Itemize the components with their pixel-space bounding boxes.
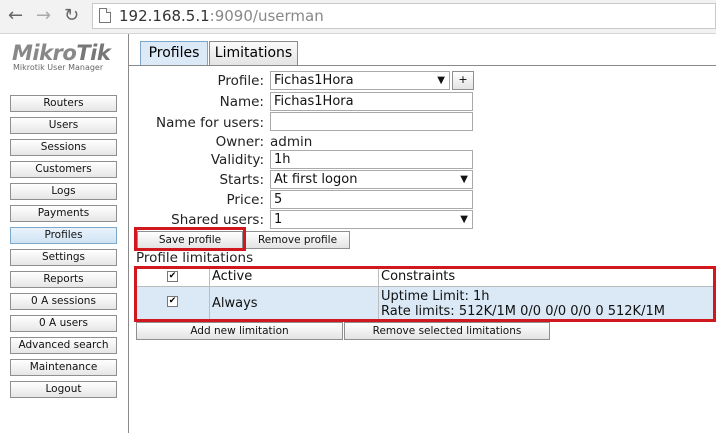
sidebar-item-active-users[interactable]: 0 A users	[10, 315, 117, 332]
sidebar-item-users[interactable]: Users	[10, 117, 117, 134]
chevron-down-icon: ▼	[460, 174, 468, 185]
owner-label: Owner:	[215, 134, 264, 150]
sidebar-item-advanced-search[interactable]: Advanced search	[10, 337, 117, 354]
name-for-users-field[interactable]	[270, 112, 473, 131]
validity-field[interactable]: 1h	[270, 150, 473, 169]
sidebar-item-logs[interactable]: Logs	[10, 183, 117, 200]
remove-selected-limitations-button[interactable]: Remove selected limitations	[344, 322, 550, 340]
add-profile-button[interactable]: +	[452, 71, 474, 90]
chevron-down-icon: ▼	[437, 75, 445, 86]
name-for-users-label: Name for users:	[156, 115, 264, 131]
sidebar-item-sessions[interactable]: Sessions	[10, 139, 117, 156]
logo-subtitle: Mikrotik User Manager	[13, 63, 104, 72]
price-label: Price:	[226, 192, 264, 208]
reload-icon[interactable]: ↻	[64, 6, 79, 26]
tab-profiles[interactable]: Profiles	[140, 41, 208, 65]
sidebar-item-maintenance[interactable]: Maintenance	[10, 359, 117, 376]
starts-label: Starts:	[219, 172, 264, 188]
name-field[interactable]: Fichas1Hora	[270, 92, 473, 111]
tab-limitations[interactable]: Limitations	[209, 41, 298, 65]
page-icon	[99, 8, 111, 23]
starts-select-value: At first logon	[274, 172, 358, 187]
add-new-limitation-button[interactable]: Add new limitation	[136, 322, 343, 340]
remove-profile-button[interactable]: Remove profile	[245, 231, 350, 249]
shared-users-select-value: 1	[274, 212, 283, 227]
sidebar-item-profiles[interactable]: Profiles	[10, 227, 117, 244]
validity-label: Validity:	[210, 152, 264, 168]
price-field[interactable]: 5	[270, 190, 473, 209]
sidebar-item-logout[interactable]: Logout	[10, 381, 117, 398]
sidebar-item-active-sessions[interactable]: 0 A sessions	[10, 293, 117, 310]
address-bar[interactable]: 192.168.5.1:9090/userman	[92, 3, 716, 29]
shared-users-select[interactable]: 1 ▼	[270, 210, 473, 229]
sidebar-item-reports[interactable]: Reports	[10, 271, 117, 288]
forward-arrow-icon[interactable]: →	[36, 6, 51, 26]
profile-select[interactable]: Fichas1Hora ▼	[270, 71, 450, 90]
chevron-down-icon: ▼	[460, 214, 468, 225]
owner-value: admin	[270, 134, 313, 150]
sidebar-item-payments[interactable]: Payments	[10, 205, 117, 222]
highlight-box-save	[134, 227, 246, 251]
tab-divider	[129, 65, 716, 66]
mikrotik-logo: MikroTik	[12, 41, 111, 65]
shared-users-label: Shared users:	[171, 212, 264, 228]
sidebar-item-customers[interactable]: Customers	[10, 161, 117, 178]
url-text: 192.168.5.1:9090/userman	[119, 7, 324, 25]
profile-label: Profile:	[217, 73, 264, 89]
profile-limitations-title: Profile limitations	[136, 250, 254, 266]
name-label: Name:	[219, 94, 264, 110]
sidebar-item-settings[interactable]: Settings	[10, 249, 117, 266]
sidebar-item-routers[interactable]: Routers	[10, 95, 117, 112]
browser-toolbar: ← → ↻ 192.168.5.1:9090/userman	[0, 0, 716, 34]
highlight-box-limitations	[134, 266, 716, 322]
profile-select-value: Fichas1Hora	[274, 73, 354, 88]
back-arrow-icon[interactable]: ←	[8, 6, 23, 26]
sidebar: MikroTik Mikrotik User Manager Routers U…	[0, 34, 129, 433]
starts-select[interactable]: At first logon ▼	[270, 170, 473, 189]
